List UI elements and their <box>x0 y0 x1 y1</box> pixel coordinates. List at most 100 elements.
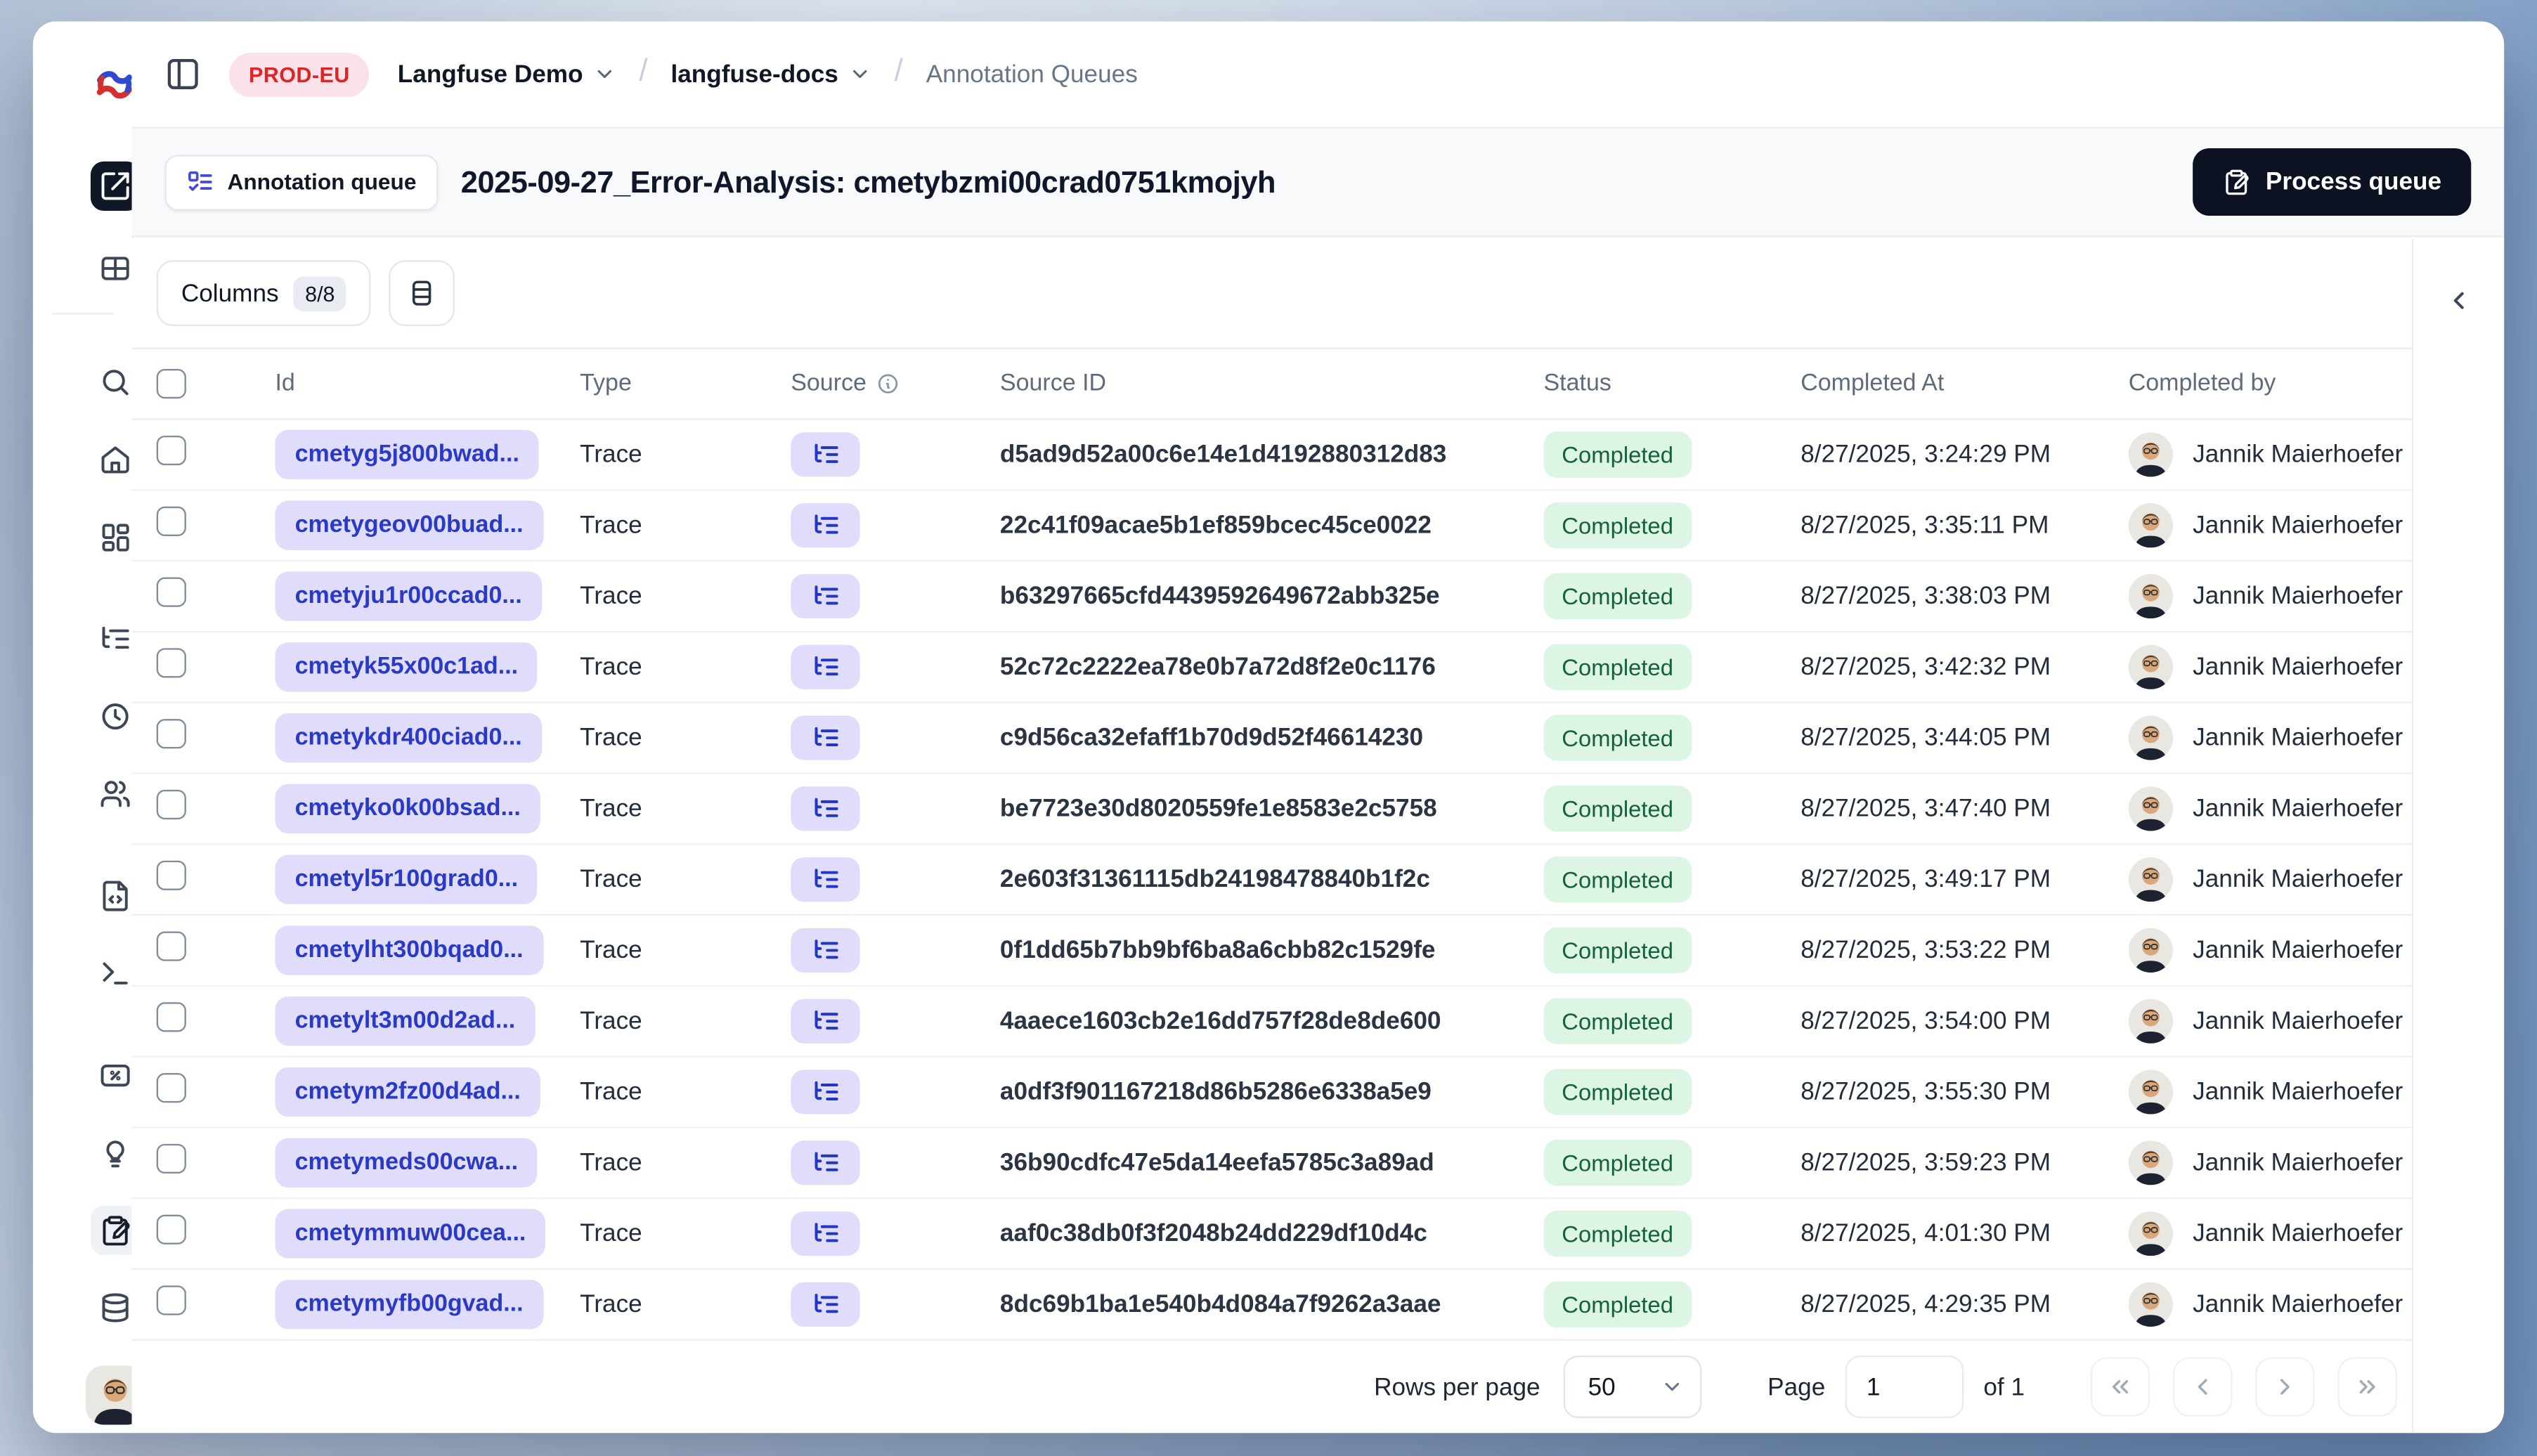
panel-left-icon[interactable] <box>164 56 201 93</box>
source-trace-chip[interactable] <box>791 1211 860 1256</box>
source-trace-chip[interactable] <box>791 503 860 548</box>
item-id-badge[interactable]: cmetygeov00buad... <box>275 500 543 550</box>
source-id: d5ad9d52a00c6e14e1d4192880312d83 <box>999 440 1447 469</box>
completed-by: Jannik Maierhoefer <box>2128 1282 2403 1327</box>
source-trace-chip[interactable] <box>791 786 860 831</box>
source-trace-chip[interactable] <box>791 432 860 477</box>
status-badge: Completed <box>1543 644 1692 691</box>
source-id: b63297665cfd4439592649672abb325e <box>999 582 1440 611</box>
table-row[interactable]: cmetyk55x00c1ad... Trace 52c72c2222ea78e… <box>131 632 2414 703</box>
row-checkbox[interactable] <box>156 719 186 757</box>
row-checkbox[interactable] <box>156 1002 186 1040</box>
completed-by-avatar <box>2128 1140 2173 1185</box>
columns-count-badge: 8/8 <box>293 275 346 311</box>
source-trace-chip[interactable] <box>791 1282 860 1327</box>
process-queue-button[interactable]: Process queue <box>2193 148 2472 216</box>
collapse-panel-button[interactable] <box>2433 275 2482 324</box>
table-row[interactable]: cmetymmuw00cea... Trace aaf0c38db0f3f204… <box>131 1199 2414 1270</box>
row-checkbox[interactable] <box>156 648 186 686</box>
completed-by: Jannik Maierhoefer <box>2128 1211 2403 1256</box>
select-all-checkbox[interactable] <box>156 369 186 399</box>
row-checkbox[interactable] <box>156 1143 186 1182</box>
table-row[interactable]: cmetylht300bqad0... Trace 0f1dd65b7bb9bf… <box>131 916 2414 987</box>
completed-at: 8/27/2025, 3:53:22 PM <box>1800 936 2051 965</box>
row-checkbox[interactable] <box>156 931 186 969</box>
source-trace-chip[interactable] <box>791 715 860 760</box>
completed-by: Jannik Maierhoefer <box>2128 715 2403 760</box>
columns-button[interactable]: Columns 8/8 <box>156 260 372 327</box>
item-id-badge[interactable]: cmetymyfb00gvad... <box>275 1280 543 1330</box>
row-checkbox[interactable] <box>156 1073 186 1111</box>
row-height-button[interactable] <box>389 260 455 327</box>
page-number-input[interactable]: 1 <box>1845 1356 1964 1419</box>
previous-page-button[interactable] <box>2172 1357 2233 1417</box>
item-id-badge[interactable]: cmetykdr400ciad0... <box>275 713 542 763</box>
langfuse-logo-icon[interactable] <box>94 64 136 105</box>
source-trace-chip[interactable] <box>791 644 860 689</box>
source-trace-chip[interactable] <box>791 1070 860 1114</box>
item-type: Trace <box>580 440 642 469</box>
breadcrumb-org[interactable]: Langfuse Demo <box>398 60 616 88</box>
completed-at: 8/27/2025, 3:42:32 PM <box>1800 653 2051 682</box>
table-row[interactable]: cmetym2fz00d4ad... Trace a0df3f901167218… <box>131 1058 2414 1129</box>
item-id-badge[interactable]: cmetylht300bqad0... <box>275 925 543 975</box>
list-tree-icon <box>102 626 129 649</box>
source-id: 8dc69b1ba1e540b4d084a7f9262a3aae <box>999 1290 1441 1319</box>
item-id-badge[interactable]: cmetym2fz00d4ad... <box>275 1067 540 1117</box>
table-row[interactable]: cmetykdr400ciad0... Trace c9d56ca32efaff… <box>131 703 2414 774</box>
table-header-row: Id Type Source Source ID Status Complete… <box>131 347 2414 420</box>
source-trace-chip[interactable] <box>791 999 860 1044</box>
table-row[interactable]: cmetygeov00buad... Trace 22c41f09acae5b1… <box>131 490 2414 562</box>
main-area: PROD-EU Langfuse Demo / langfuse-docs / … <box>131 21 2505 1434</box>
last-page-button[interactable] <box>2337 1357 2397 1417</box>
table-row[interactable]: cmetyju1r00ccad0... Trace b63297665cfd44… <box>131 561 2414 633</box>
list-tree-icon <box>814 585 838 605</box>
item-id-badge[interactable]: cmetyg5j800bwad... <box>275 429 540 480</box>
breadcrumb-project[interactable]: langfuse-docs <box>670 60 871 88</box>
item-id-badge[interactable]: cmetymmuw00cea... <box>275 1209 546 1259</box>
source-id: a0df3f901167218d86b5286e6338a5e9 <box>999 1078 1432 1106</box>
completed-at: 8/27/2025, 3:35:11 PM <box>1800 511 2049 540</box>
row-checkbox[interactable] <box>156 435 186 474</box>
list-tree-icon <box>814 443 838 463</box>
item-id-badge[interactable]: cmetyk55x00c1ad... <box>275 642 538 692</box>
clipboard-pen-icon <box>103 1216 130 1246</box>
item-id-badge[interactable]: cmetymeds00cwa... <box>275 1138 538 1188</box>
row-checkbox[interactable] <box>156 1285 186 1323</box>
row-checkbox[interactable] <box>156 506 186 545</box>
source-trace-chip[interactable] <box>791 928 860 973</box>
queue-type-label: Annotation queue <box>227 169 417 195</box>
table-row[interactable]: cmetymeds00cwa... Trace 36b90cdfc47e5da1… <box>131 1129 2414 1200</box>
rows-per-page-select[interactable]: 50 <box>1563 1356 1702 1419</box>
completed-by-avatar <box>2128 1211 2173 1256</box>
table-row[interactable]: cmetymyfb00gvad... Trace 8dc69b1ba1e540b… <box>131 1270 2414 1341</box>
next-page-button[interactable] <box>2255 1357 2315 1417</box>
completed-by: Jannik Maierhoefer <box>2128 503 2403 548</box>
item-id-badge[interactable]: cmetyl5r100grad0... <box>275 854 538 904</box>
source-trace-chip[interactable] <box>791 857 860 902</box>
column-header-status: Status <box>1543 370 1611 397</box>
item-type: Trace <box>580 794 642 823</box>
table-area: Columns 8/8 Id Type Source Source ID Sta… <box>131 239 2414 1433</box>
table-row[interactable]: cmetyg5j800bwad... Trace d5ad9d52a00c6e1… <box>131 420 2414 491</box>
item-id-badge[interactable]: cmetyko0k00bsad... <box>275 784 540 834</box>
pager-buttons <box>2090 1357 2397 1417</box>
first-page-button[interactable] <box>2090 1357 2150 1417</box>
item-id-badge[interactable]: cmetyju1r00ccad0... <box>275 571 542 621</box>
table-row[interactable]: cmetylt3m00d2ad... Trace 4aaece1603cb2e1… <box>131 987 2414 1058</box>
clipboard-pen-icon <box>2226 169 2250 195</box>
completed-by: Jannik Maierhoefer <box>2128 573 2403 619</box>
source-trace-chip[interactable] <box>791 573 860 619</box>
table-row[interactable]: cmetyl5r100grad0... Trace 2e603f31361115… <box>131 845 2414 916</box>
info-icon[interactable] <box>876 372 900 396</box>
table-row[interactable]: cmetyko0k00bsad... Trace be7723e30d80205… <box>131 774 2414 845</box>
row-checkbox[interactable] <box>156 789 186 828</box>
column-header-id: Id <box>275 370 295 397</box>
completed-at: 8/27/2025, 3:44:05 PM <box>1800 724 2051 752</box>
row-checkbox[interactable] <box>156 860 186 899</box>
row-checkbox[interactable] <box>156 1214 186 1253</box>
row-checkbox[interactable] <box>156 577 186 616</box>
square-percent-icon <box>100 1064 130 1087</box>
item-id-badge[interactable]: cmetylt3m00d2ad... <box>275 996 536 1046</box>
source-trace-chip[interactable] <box>791 1140 860 1185</box>
